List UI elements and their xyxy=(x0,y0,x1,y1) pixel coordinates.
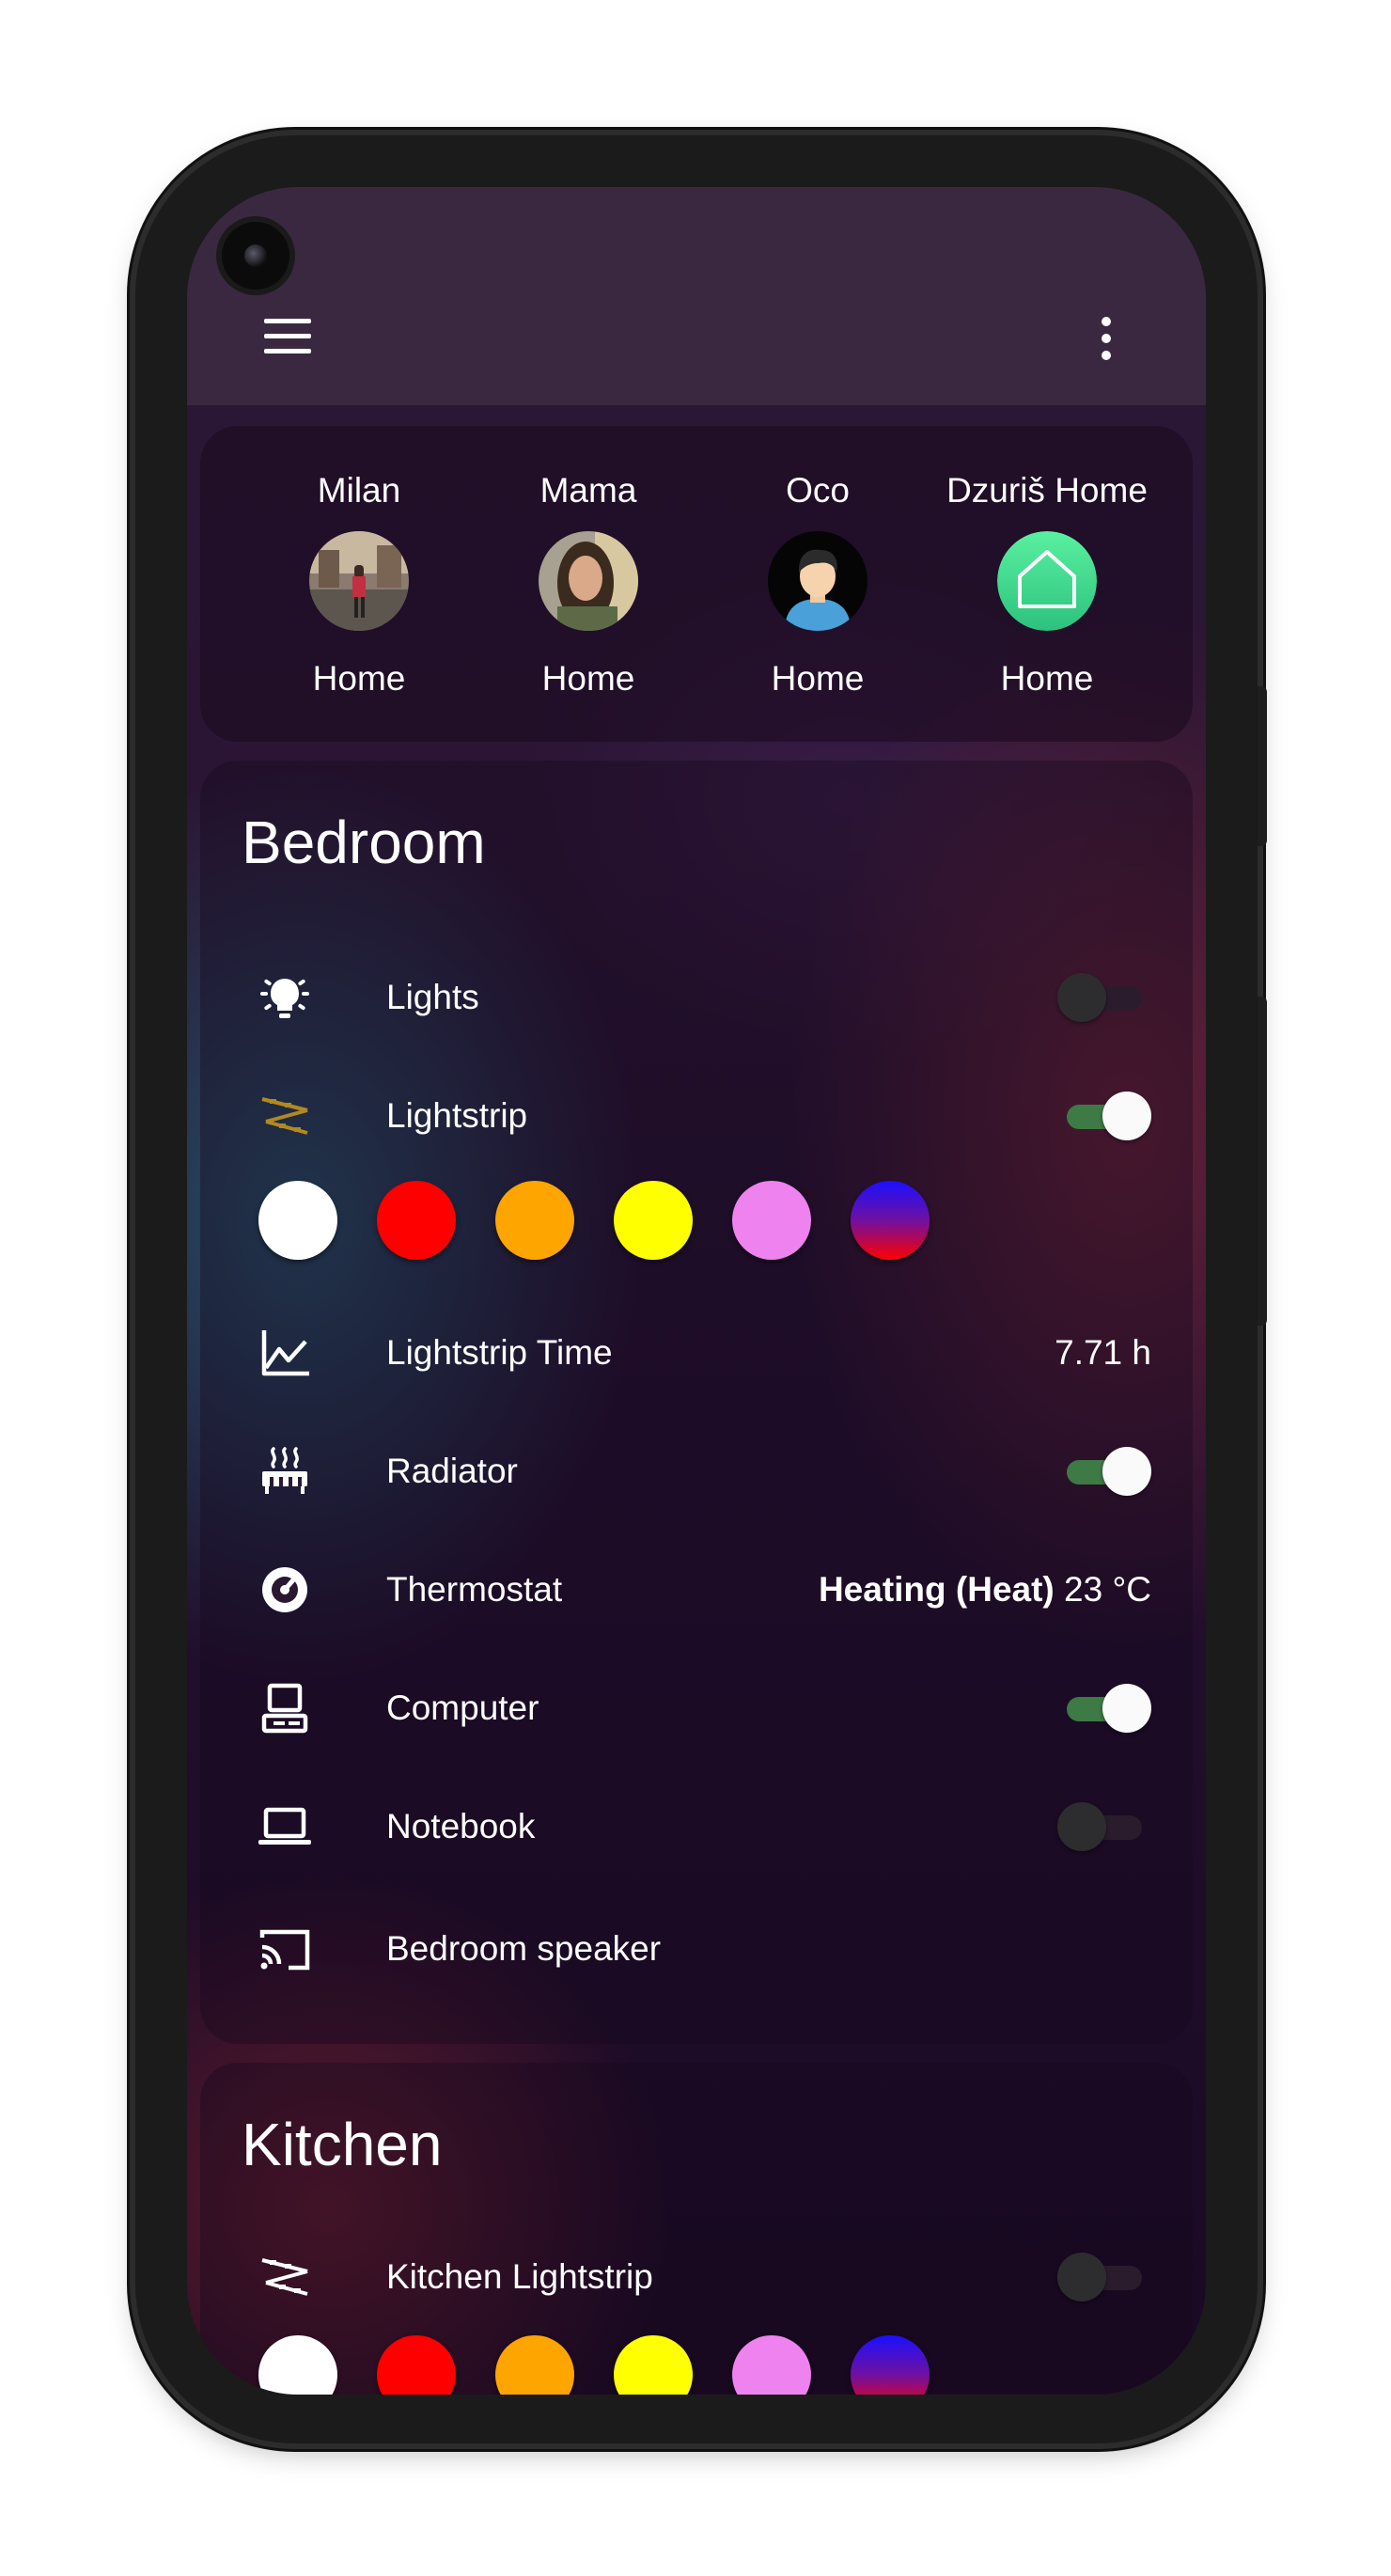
home-icon xyxy=(997,531,1097,631)
volume-button xyxy=(1258,997,1267,1326)
led-strip-icon xyxy=(257,2249,313,2305)
entity-row-bedroom-speaker[interactable]: Bedroom speaker xyxy=(200,1893,1193,2005)
ceiling-light-icon xyxy=(257,969,313,1026)
notebook-toggle[interactable] xyxy=(1057,1798,1151,1855)
person-name: Mama xyxy=(539,471,637,510)
person-avatar-icon xyxy=(768,531,867,631)
bedroom-card: Bedroom Lights Lightstrip Lightstrip Tim… xyxy=(200,761,1193,2044)
thermostat-icon xyxy=(257,1562,313,1618)
computer-toggle[interactable] xyxy=(1057,1680,1151,1736)
thermostat-state: Heating (Heat) 23 °C xyxy=(819,1570,1151,1610)
swatch-orange[interactable] xyxy=(495,1181,574,1260)
swatch-orange[interactable] xyxy=(495,2335,574,2395)
person-state: Home xyxy=(1000,659,1094,698)
entity-label: Lightstrip xyxy=(386,1096,528,1135)
desktop-icon xyxy=(257,1680,313,1736)
thermostat-temperature: 23 °C xyxy=(1064,1570,1151,1609)
person-name: Oco xyxy=(786,471,850,510)
entity-row-thermostat[interactable]: Thermostat Heating (Heat) 23 °C xyxy=(200,1533,1193,1646)
swatch-violet[interactable] xyxy=(732,1181,811,1260)
entity-label: Computer xyxy=(386,1689,539,1727)
color-swatches-bedroom xyxy=(200,1181,1193,1265)
entity-label: Thermostat xyxy=(386,1570,563,1609)
radiator-toggle[interactable] xyxy=(1057,1443,1151,1500)
swatch-white[interactable] xyxy=(258,2335,337,2395)
lightstrip-toggle[interactable] xyxy=(1057,1088,1151,1144)
more-vertical-icon[interactable] xyxy=(1097,317,1116,364)
laptop-icon xyxy=(257,1798,313,1855)
person-state: Home xyxy=(312,659,406,698)
cast-icon xyxy=(257,1921,313,1977)
entity-label: Bedroom speaker xyxy=(386,1929,662,1968)
swatch-violet[interactable] xyxy=(732,2335,811,2395)
swatch-white[interactable] xyxy=(258,1181,337,1260)
entity-label: Notebook xyxy=(386,1807,536,1846)
app-bar xyxy=(187,187,1206,405)
entity-row-lightstrip[interactable]: Lightstrip xyxy=(200,1060,1193,1172)
entity-label: Lights xyxy=(386,978,479,1016)
entity-row-lightstrip-time[interactable]: Lightstrip Time 7.71 h xyxy=(200,1296,1193,1409)
photo-avatar-mama xyxy=(539,531,638,631)
radiator-icon xyxy=(257,1443,313,1500)
front-camera xyxy=(222,222,289,290)
kitchen-card: Kitchen Kitchen Lightstrip xyxy=(200,2063,1193,2395)
entity-value: 7.71 h xyxy=(1055,1333,1151,1372)
thermostat-mode: Heating (Heat) xyxy=(818,1570,1055,1609)
entity-label: Lightstrip Time xyxy=(386,1333,613,1372)
chart-line-icon xyxy=(257,1325,313,1381)
photo-avatar-milan xyxy=(309,531,409,631)
power-button xyxy=(1258,686,1267,846)
card-title: Kitchen xyxy=(242,2111,443,2178)
swatch-yellow[interactable] xyxy=(614,1181,693,1260)
card-title: Bedroom xyxy=(242,809,486,876)
lights-toggle[interactable] xyxy=(1057,969,1151,1026)
entity-row-kitchen-lightstrip[interactable]: Kitchen Lightstrip xyxy=(200,2221,1193,2333)
swatch-blue-red[interactable] xyxy=(851,1181,930,1260)
swatch-blue-red[interactable] xyxy=(851,2335,930,2395)
entity-label: Radiator xyxy=(386,1452,518,1490)
entity-row-notebook[interactable]: Notebook xyxy=(200,1770,1193,1883)
entity-row-computer[interactable]: Computer xyxy=(200,1652,1193,1765)
screen: Milan Home Mama Home Oco Home Dzuriš Hom… xyxy=(187,187,1206,2395)
kitchen-lightstrip-toggle[interactable] xyxy=(1057,2249,1151,2305)
person-name: Dzuriš Home xyxy=(946,471,1148,510)
person-state: Home xyxy=(541,659,635,698)
persons-card: Milan Home Mama Home Oco Home Dzuriš Hom… xyxy=(200,426,1193,742)
color-swatches-kitchen xyxy=(200,2335,1193,2395)
person-state: Home xyxy=(771,659,865,698)
entity-row-radiator[interactable]: Radiator xyxy=(200,1415,1193,1528)
swatch-red[interactable] xyxy=(377,1181,456,1260)
entity-row-lights[interactable]: Lights xyxy=(200,941,1193,1054)
swatch-yellow[interactable] xyxy=(614,2335,693,2395)
swatch-red[interactable] xyxy=(377,2335,456,2395)
led-strip-icon xyxy=(257,1088,313,1144)
menu-icon[interactable] xyxy=(264,319,311,358)
entity-label: Kitchen Lightstrip xyxy=(386,2257,653,2296)
person-name: Milan xyxy=(317,471,401,510)
